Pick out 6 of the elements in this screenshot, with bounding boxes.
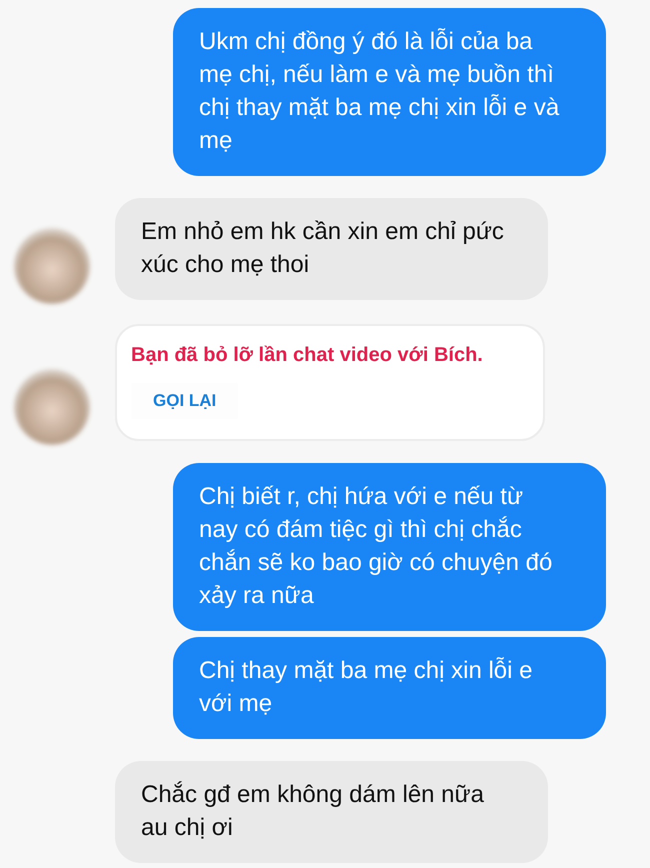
missed-call-text: Bạn đã bỏ lỡ lần chat video với Bích. <box>131 344 483 367</box>
message-bubble: Em nhỏ em hk cần xin em chỉ pức xúc cho mẹ thoi <box>115 198 548 300</box>
message-bubble: Chị thay mặt ba mẹ chị xin lỗi e với mẹ <box>173 637 606 739</box>
message-bubble: Ukm chị đồng ý đó là lỗi của ba mẹ chị, nếu làm e và mẹ buồn thì chị thay mặt ba mẹ chị xin lỗi e và mẹ <box>173 8 606 176</box>
message-bubble: Chắc gđ em không dám lên nữa au chị ơi <box>115 761 548 863</box>
message-bubble: Chị biết r, chị hứa với e nếu từ nay có đám tiệc gì thì chị chắc chắn sẽ ko bao giờ có chuyện đó xảy ra nữa <box>173 463 606 631</box>
